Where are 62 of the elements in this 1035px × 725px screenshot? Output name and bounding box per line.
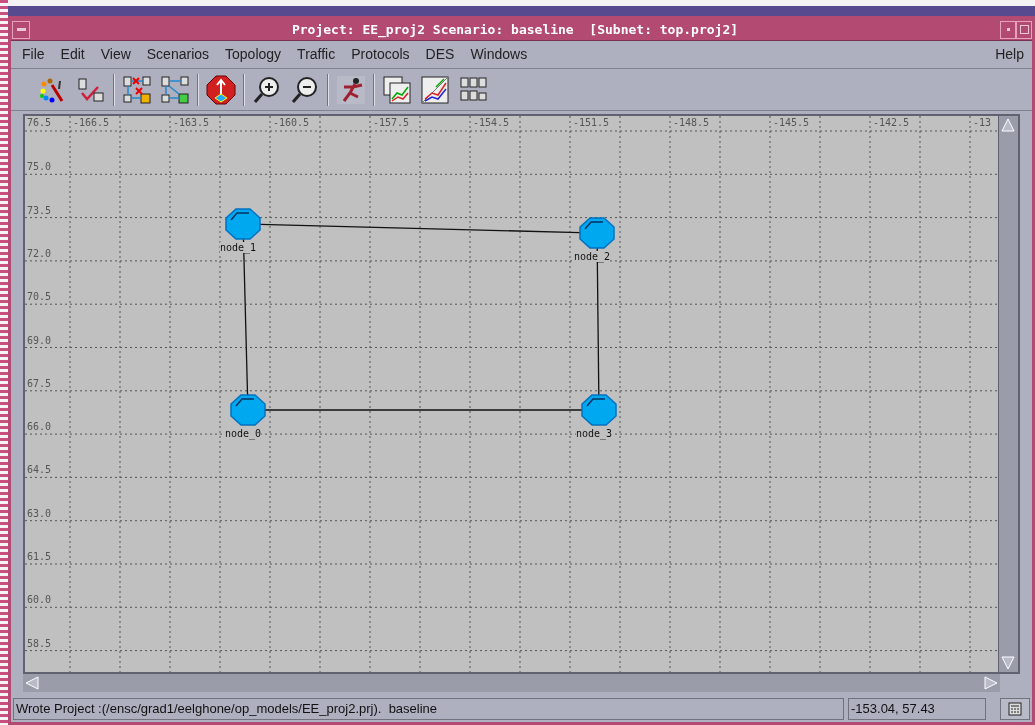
- router-node-icon[interactable]: [230, 394, 266, 426]
- menu-item[interactable]: Protocols: [343, 44, 418, 65]
- toolbar-button[interactable]: [419, 73, 451, 106]
- menu-item[interactable]: Scenarios: [138, 44, 218, 65]
- y-axis-label: 64.5: [27, 464, 52, 476]
- x-axis-label: -166.5: [73, 117, 110, 128]
- x-axis-label: -151.5: [573, 117, 610, 128]
- menu-item[interactable]: View: [92, 44, 139, 65]
- y-axis-label: 58.5: [27, 637, 52, 649]
- x-axis-label: -157.5: [373, 117, 410, 128]
- results-graph-icon: [382, 74, 412, 105]
- running-figure-icon: [336, 74, 366, 105]
- minimize-button[interactable]: [1000, 20, 1016, 39]
- toolbar-button[interactable]: [335, 73, 367, 106]
- menu-item[interactable]: Traffic: [289, 44, 344, 65]
- y-axis-label: 67.5: [27, 377, 52, 389]
- y-axis-label: 60.0: [27, 594, 52, 606]
- y-axis-label: 63.0: [27, 507, 52, 519]
- x-axis-label: -142.5: [873, 117, 910, 128]
- router-node-icon[interactable]: [579, 217, 615, 249]
- calculator-icon: [1008, 702, 1022, 716]
- x-axis-label: -154.5: [473, 117, 510, 128]
- y-axis-label: 69.0: [27, 334, 52, 346]
- toolbar-button[interactable]: [205, 73, 237, 106]
- menu-item[interactable]: Windows: [462, 44, 536, 65]
- octagon-badge-icon: [206, 74, 236, 105]
- x-axis-label: -160.5: [273, 117, 310, 128]
- y-axis-label: 75.0: [27, 161, 52, 173]
- menu-item[interactable]: File: [14, 44, 53, 65]
- failed-network-icon: [122, 74, 152, 105]
- menu-item[interactable]: DES: [417, 44, 463, 65]
- menu-item[interactable]: Topology: [217, 44, 290, 65]
- x-axis-label: -148.5: [673, 117, 710, 128]
- status-button[interactable]: [1000, 698, 1030, 720]
- status-message: Wrote Project :(/ensc/grad1/eelghone/op_models/EE_proj2.prj). baseline: [13, 698, 844, 720]
- window-menu-button[interactable]: [12, 20, 30, 39]
- y-axis-label: 61.5: [27, 551, 52, 562]
- zoom-out-icon: [290, 74, 320, 105]
- menu-item[interactable]: Help: [987, 44, 1032, 65]
- zoom-in-icon: [252, 74, 282, 105]
- x-axis-label: -145.5: [773, 117, 810, 128]
- y-axis-label: 70.5: [27, 291, 52, 303]
- router-node-icon[interactable]: [225, 208, 261, 240]
- x-axis-label: -163.5: [173, 117, 210, 128]
- node-label: node_2: [574, 251, 611, 262]
- window-title: Project: EE_proj2 Scenario: baseline [Subnet: top.proj2]: [291, 20, 739, 40]
- node-label: node_0: [225, 428, 262, 439]
- recovered-network-icon: [160, 74, 190, 105]
- menu-item[interactable]: Edit: [52, 44, 93, 65]
- node-label: node_3: [576, 428, 613, 439]
- y-axis-label: 76.5: [27, 117, 52, 128]
- cursor-coordinates: -153.04, 57.43: [848, 698, 986, 720]
- y-axis-label: 72.0: [27, 247, 52, 259]
- y-axis-label: 66.0: [27, 421, 52, 433]
- maximize-button[interactable]: [1016, 20, 1032, 39]
- node-label: node_1: [220, 242, 257, 253]
- link-line[interactable]: [259, 223, 581, 234]
- router-node-icon[interactable]: [581, 394, 617, 426]
- line-graph-icon: [420, 74, 450, 105]
- network-canvas[interactable]: 76.5 -166.5 -163.5 -160.5 -157.5 -154.5 -151.5 -148.5 -145.5 -142.5 -13 75.0 73.5 72.0 70.5 69.0 67.5 66.0 64.5 63.0 61.5 60.0 58.5 node_1 node_2 node_0 node_3: [25, 116, 998, 672]
- y-axis-label: 73.5: [27, 204, 52, 216]
- x-axis-label: -13: [973, 117, 992, 128]
